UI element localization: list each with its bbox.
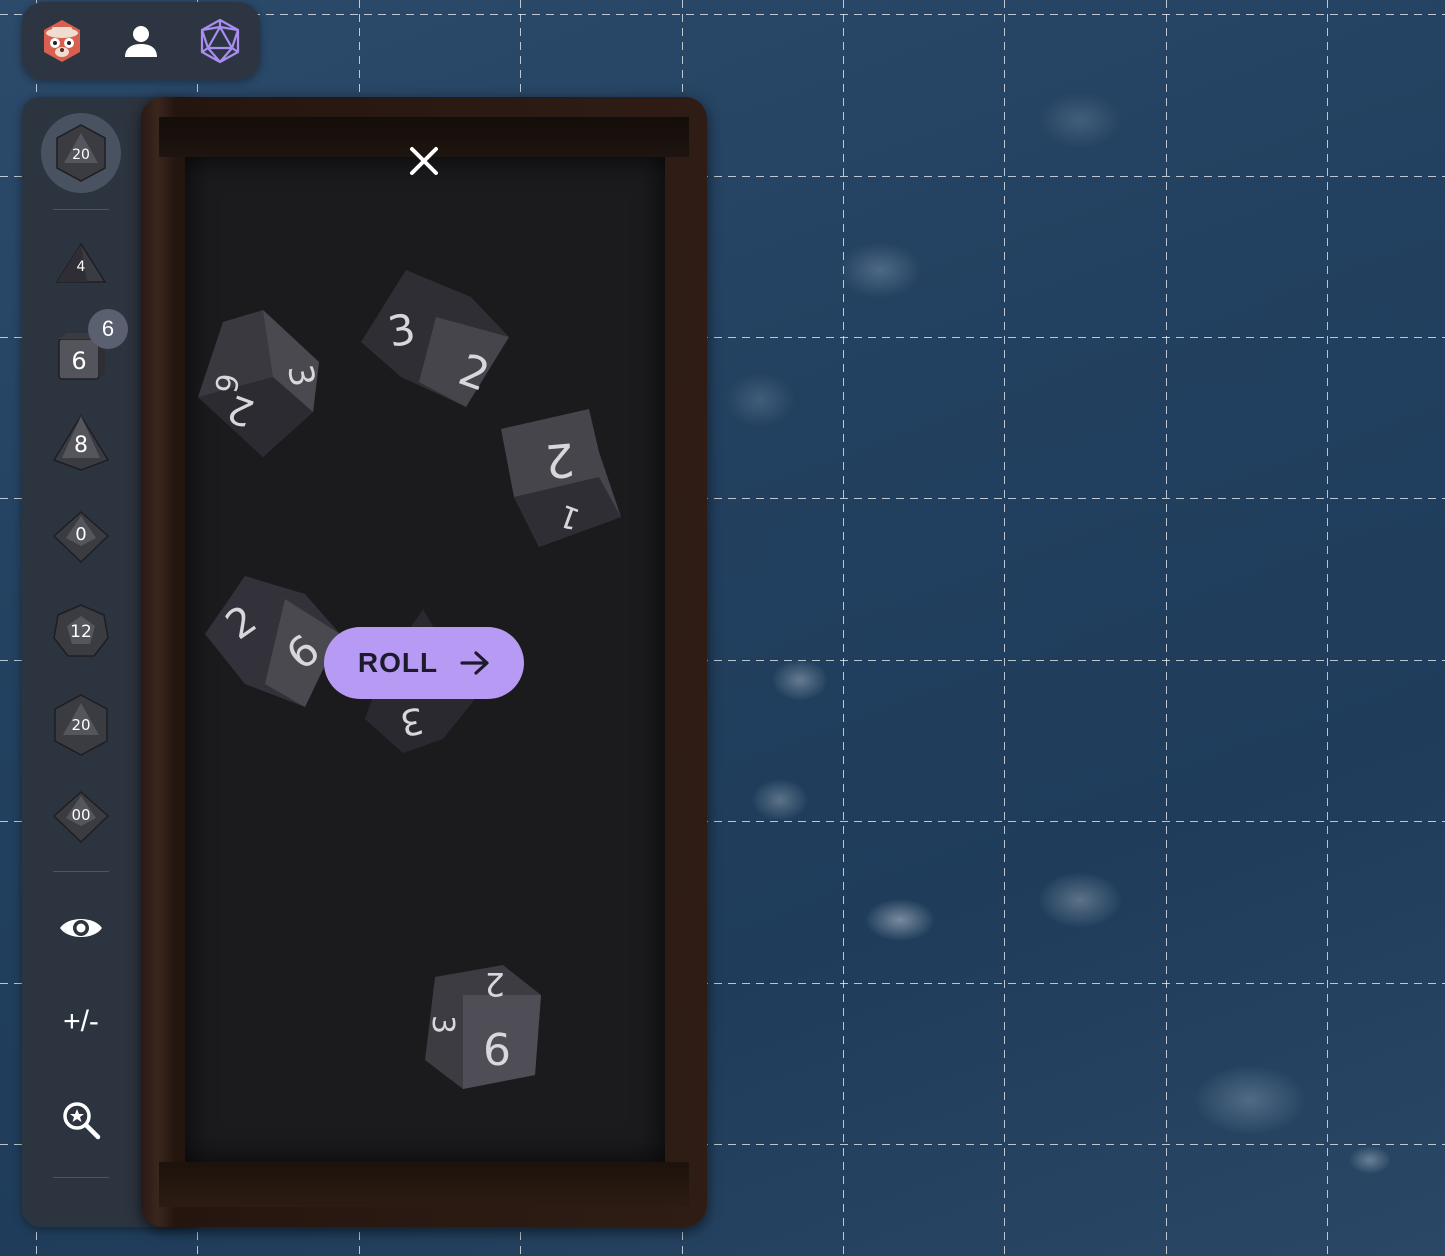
- active-die-button[interactable]: 20: [41, 113, 121, 193]
- d8-label: 8: [74, 433, 88, 458]
- arrow-right-icon: [460, 651, 489, 675]
- d100-label: 00: [71, 806, 90, 824]
- d10-button[interactable]: 0: [41, 497, 121, 577]
- player-icon: [124, 26, 157, 57]
- advantage-button[interactable]: [41, 1085, 121, 1155]
- owlbear-logo-button[interactable]: [32, 11, 92, 71]
- d12-label: 12: [70, 622, 92, 642]
- d100-button[interactable]: 00: [41, 777, 121, 857]
- dice-icon: [201, 18, 240, 64]
- owlbear-logo-icon: [43, 20, 80, 62]
- d100-icon: 00: [52, 790, 110, 844]
- die-face: 2: [543, 432, 577, 488]
- top-toolbar: [22, 2, 260, 80]
- divider: [53, 1177, 109, 1178]
- zoom-star-icon: [63, 1102, 101, 1140]
- divider: [53, 209, 109, 210]
- roll-label: ROLL: [357, 647, 439, 678]
- d4-button[interactable]: 4: [41, 225, 121, 305]
- dice-tray-button[interactable]: [190, 11, 250, 71]
- die-face: 3: [425, 1015, 460, 1034]
- d10-icon: 0: [52, 510, 110, 564]
- d20-button[interactable]: 20: [41, 685, 121, 765]
- modifier-label: +/-: [63, 1005, 99, 1038]
- divider: [53, 871, 109, 872]
- tray-wall-bottom: [159, 1162, 689, 1207]
- d6-label: 6: [71, 347, 86, 375]
- d8-button[interactable]: 8: [41, 403, 121, 483]
- tray-die: 3 2 6: [198, 310, 322, 457]
- dice-tray: 3 2 6 3 2 2 1 2 6 3 2 6 3 ROLL: [141, 97, 707, 1227]
- d4-icon: 4: [55, 242, 107, 283]
- player-button[interactable]: [111, 11, 171, 71]
- d20-label: 20: [71, 716, 90, 734]
- die-face: 2: [485, 965, 505, 1003]
- die-face: 6: [483, 1025, 511, 1076]
- roll-button[interactable]: ROLL: [324, 627, 524, 699]
- d6-count-badge: 6: [88, 309, 128, 349]
- d12-button[interactable]: 12: [41, 591, 121, 671]
- d10-label: 0: [75, 524, 86, 545]
- modifier-button[interactable]: +/-: [41, 987, 121, 1057]
- d4-label: 4: [77, 259, 86, 275]
- d12-icon: 12: [53, 604, 109, 657]
- hidden-roll-toggle[interactable]: [41, 893, 121, 963]
- d8-icon: 8: [52, 414, 110, 471]
- active-die-label: 20: [72, 147, 90, 163]
- close-icon[interactable]: [406, 143, 442, 179]
- eye-icon: [60, 919, 102, 937]
- d20-icon: 20: [54, 694, 108, 756]
- d20-icon: 20: [56, 124, 106, 182]
